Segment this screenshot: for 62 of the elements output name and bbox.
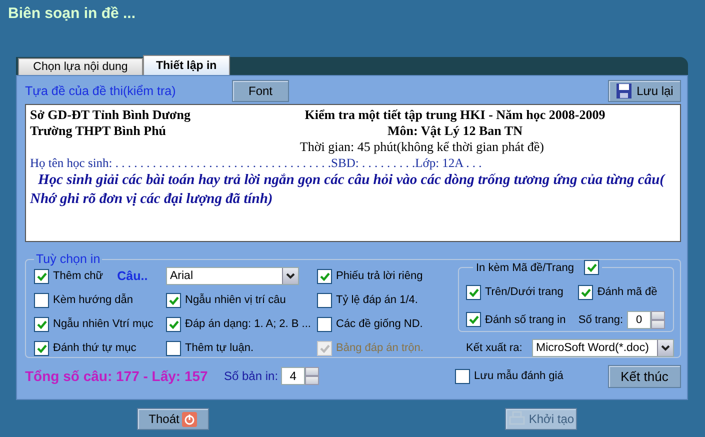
option-label: Thêm tự luận. bbox=[185, 342, 254, 354]
checkbox[interactable] bbox=[317, 268, 332, 284]
number-field[interactable]: 0 bbox=[627, 310, 651, 328]
save-button[interactable]: Lưu lại bbox=[608, 80, 681, 102]
doc-text: Thời gian: 45 phút(không kể thời gian phát đề) bbox=[300, 139, 544, 154]
group-title: In kèm Mã đề/Trang bbox=[476, 262, 574, 274]
option-label: Các đề giống ND. bbox=[336, 318, 423, 330]
option-label: Ngẫu nhiên vị trí câu bbox=[185, 294, 286, 306]
option-label: Tỷ lệ đáp án 1/4. bbox=[336, 294, 418, 306]
tab[interactable]: Chọn lựa nội dung bbox=[18, 58, 143, 75]
floppy-icon bbox=[616, 83, 632, 99]
question-count: Tổng số câu: 177 - Lấy: 157 bbox=[25, 368, 209, 384]
doc-text: Sở GD-ĐT Tỉnh Bình Dương bbox=[30, 107, 192, 123]
option-label: Đáp án dạng: 1. A; 2. B ... bbox=[185, 318, 311, 330]
option-label: Ngẫu nhiên Vtrí mục bbox=[53, 318, 154, 330]
group-title: Tuỳ chọn in bbox=[35, 252, 102, 266]
caret-icon bbox=[661, 345, 670, 351]
checkbox[interactable] bbox=[584, 260, 600, 275]
checkbox[interactable] bbox=[455, 368, 470, 384]
checkbox[interactable] bbox=[317, 316, 332, 332]
title-label: Tựa đề của đề thi(kiểm tra) bbox=[25, 84, 177, 98]
checkbox[interactable] bbox=[466, 312, 481, 327]
checkbox[interactable] bbox=[34, 268, 49, 284]
checkbox[interactable] bbox=[466, 284, 481, 300]
checkbox[interactable] bbox=[166, 340, 181, 356]
option-label: Lưu mẫu đánh giá bbox=[474, 370, 564, 382]
doc-text: Họ tên học sinh: . . . . . . . . . . . . . . . . . . . . . . . . . . . . . . . . . . .SBD: . . . . . . . . .Lớp: 12A . . . bbox=[30, 155, 483, 171]
caret-icon bbox=[286, 273, 295, 279]
doc-text: Trường THPT Bình Phú bbox=[30, 123, 168, 139]
option-label: Phiếu trả lời riêng bbox=[336, 270, 423, 282]
power-icon bbox=[182, 412, 198, 426]
printer-icon bbox=[508, 411, 526, 427]
option-label: Kèm hướng dẫn bbox=[53, 294, 134, 306]
checkbox[interactable] bbox=[166, 316, 181, 332]
checkbox[interactable] bbox=[34, 340, 49, 356]
window-title: Biên soạn in đề ... bbox=[8, 5, 136, 22]
doc-text: Môn: Vật Lý 12 Ban TN bbox=[386, 123, 524, 139]
checkbox[interactable] bbox=[34, 316, 49, 332]
checkbox[interactable] bbox=[34, 292, 49, 308]
checkbox[interactable] bbox=[166, 292, 181, 308]
option-label: Đánh mã đề bbox=[597, 286, 658, 298]
option-label: Bảng đáp án trộn. bbox=[336, 342, 424, 354]
copies-label: Số bản in: bbox=[224, 369, 278, 383]
pages-label: Số trang: bbox=[578, 314, 623, 326]
checkbox[interactable] bbox=[317, 292, 332, 308]
prefix-label: Câu.. bbox=[117, 269, 148, 283]
checkbox[interactable] bbox=[578, 284, 594, 300]
finish-button[interactable]: Kết thúc bbox=[608, 364, 681, 388]
option-label: Trên/Dưới trang bbox=[485, 286, 564, 298]
option-label: Đánh số trang in bbox=[485, 314, 566, 326]
doc-note: Học sinh giải các bài toán hay trả lời ngắn gọn các câu hỏi vào các dòng trống tương ứng của từng câu( Nhớ ghi rõ đơn vị các đại lượng đã tính) bbox=[30, 171, 666, 209]
exit-button[interactable]: Thoát bbox=[137, 408, 209, 430]
option-label: Thêm chữ bbox=[53, 270, 104, 282]
option-label: Đánh thứ tự mục bbox=[53, 342, 136, 354]
font-dropdown[interactable]: MicroSoft Word(*.doc) bbox=[532, 339, 674, 357]
font-button[interactable]: Font bbox=[232, 80, 289, 102]
number-field[interactable]: 4 bbox=[281, 367, 306, 385]
font-dropdown[interactable]: Arial bbox=[166, 267, 299, 285]
title-editor[interactable] bbox=[25, 104, 681, 242]
export-label: Kết xuất ra: bbox=[466, 342, 522, 354]
tab[interactable]: Thiết lập in bbox=[143, 55, 230, 75]
doc-text: Kiểm tra một tiết tập trung HKI - Năm học 2008-2009 bbox=[304, 107, 606, 123]
